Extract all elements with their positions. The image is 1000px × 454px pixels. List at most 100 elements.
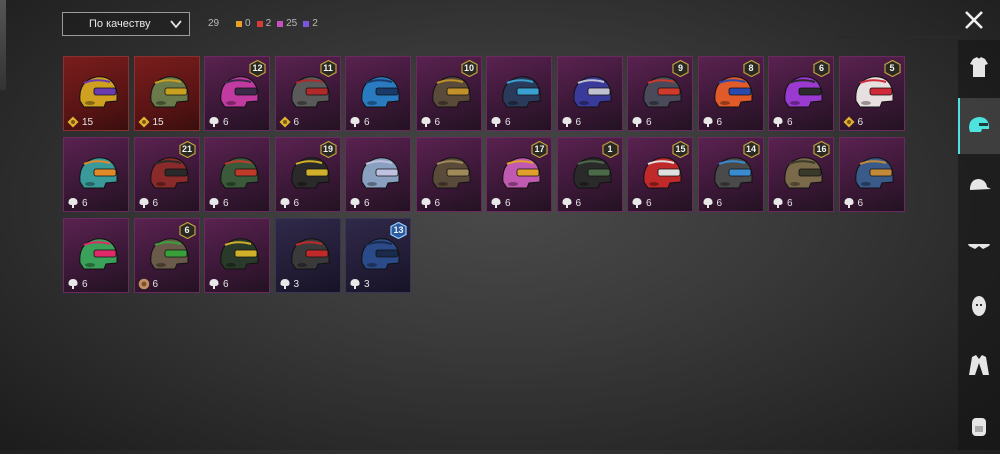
quality-counts: 0 2 25 2 [236, 18, 318, 29]
badge-value: 11 [323, 63, 333, 73]
silver-currency-icon [843, 198, 854, 208]
helmet-icon [643, 157, 682, 189]
helmet-item[interactable]: 12 6 [204, 56, 270, 131]
item-value: 6 [772, 116, 793, 128]
item-value-number: 15 [82, 116, 94, 128]
helmet-item[interactable]: 6 [345, 56, 411, 131]
category-sidebar [958, 40, 1000, 450]
item-value-number: 6 [505, 197, 511, 209]
helmet-item[interactable]: 56 [838, 56, 905, 131]
collection-level-badge: 9 [672, 60, 689, 77]
quality-count: 2 [303, 18, 318, 29]
silver-currency-icon [350, 198, 360, 208]
helmet-grid: 15 15 12 6 11 6 6 10 6 6 6 9 6 8 6 6 6 5 6 6 21 6 6 19 6 6 6 17 6 1 6 1… [63, 56, 909, 293]
badge-value: 6 [818, 63, 824, 73]
collection-level-badge: 6 [813, 60, 830, 77]
silver-currency-icon [138, 198, 149, 208]
helmet-icon [149, 76, 188, 108]
face-icon [972, 296, 986, 316]
silver-currency-icon [279, 279, 290, 289]
helmet-item[interactable]: 14 6 [697, 137, 764, 212]
helmet-item[interactable]: 16 [556, 137, 623, 212]
gold-currency-icon [138, 116, 149, 128]
helmet-item[interactable]: 6 [204, 137, 270, 212]
helmet-icon [854, 76, 893, 108]
helmet-item[interactable]: 96 [627, 56, 693, 131]
helmet-item[interactable]: 21 6 [133, 137, 200, 212]
tab-hat[interactable] [958, 158, 1000, 214]
tab-helmet[interactable] [958, 98, 1000, 154]
item-value-number: 6 [82, 278, 88, 290]
helmet-item[interactable]: 6 [556, 56, 623, 131]
helmet-icon [713, 157, 752, 189]
item-value-number: 6 [857, 197, 864, 209]
helmet-item[interactable]: 15 6 [627, 137, 693, 212]
tab-jacket[interactable] [958, 338, 1000, 394]
item-value-number: 6 [575, 116, 582, 128]
helmet-icon [290, 76, 329, 108]
silver-currency-icon [491, 117, 501, 127]
helmet-icon [220, 238, 259, 270]
helmet-item[interactable]: 3 [274, 218, 341, 293]
tab-outfit[interactable] [958, 40, 1000, 96]
helmet-item[interactable]: 66 [768, 56, 834, 131]
helmet-item[interactable]: 6 [63, 137, 129, 212]
item-value: 6 [279, 116, 300, 128]
quality-count-value: 0 [245, 18, 251, 29]
helmet-icon [290, 238, 329, 270]
item-value-number: 6 [364, 197, 370, 209]
item-value-number: 6 [293, 116, 300, 128]
badge-value: 5 [889, 63, 895, 73]
silver-currency-icon [773, 198, 783, 208]
item-value-number: 6 [223, 278, 229, 290]
item-value-number: 3 [293, 278, 300, 290]
badge-value: 21 [181, 144, 192, 154]
silver-currency-icon [209, 279, 219, 289]
item-value-number: 6 [152, 197, 159, 209]
helmet-item[interactable]: 19 6 [274, 137, 341, 212]
item-value-number: 3 [364, 278, 370, 290]
helmet-icon [784, 157, 823, 189]
tab-glasses[interactable] [958, 218, 1000, 274]
item-value: 6 [208, 278, 229, 290]
item-value: 6 [702, 197, 722, 209]
item-value-number: 15 [152, 116, 164, 128]
item-value: 6 [772, 197, 793, 209]
item-value-number: 6 [223, 197, 229, 209]
helmet-item[interactable]: 6 [486, 56, 552, 131]
helmet-icon [572, 76, 611, 108]
helmet-item[interactable]: 6 [838, 137, 905, 212]
sort-dropdown-label: По качеству [89, 18, 151, 30]
quality-color-swatch [256, 20, 263, 27]
helmet-item[interactable]: 6 [63, 218, 129, 293]
header-divider [835, 36, 960, 38]
helmet-item[interactable]: 66 [133, 218, 200, 293]
badge-value: 9 [677, 63, 683, 73]
sort-dropdown[interactable]: По качеству [62, 12, 190, 36]
quality-count: 25 [277, 18, 297, 29]
helmet-item[interactable]: 16 6 [768, 137, 834, 212]
item-value-number: 6 [434, 197, 441, 209]
helmet-item[interactable]: 6 [345, 137, 411, 212]
item-value: 6 [420, 116, 440, 128]
item-value: 6 [843, 197, 864, 209]
helmet-icon [79, 76, 118, 108]
helmet-item[interactable]: 6 [204, 218, 270, 293]
helmet-item[interactable]: 86 [697, 56, 764, 131]
gold-currency-icon [279, 116, 290, 128]
helmet-item[interactable]: 15 [63, 56, 129, 131]
helmet-item[interactable]: 13 3 [345, 218, 411, 293]
helmet-item[interactable]: 15 [133, 56, 200, 131]
chevron-down-icon [170, 20, 182, 29]
item-value: 3 [349, 278, 370, 290]
item-value-number: 6 [716, 116, 723, 128]
total-count: 29 [208, 18, 220, 29]
tab-face[interactable] [958, 278, 1000, 334]
helmet-item[interactable]: 6 [415, 137, 482, 212]
helmet-item[interactable]: 11 6 [274, 56, 341, 131]
helmet-item[interactable]: 17 6 [486, 137, 552, 212]
badge-value: 10 [463, 63, 474, 73]
tab-backpack[interactable] [958, 398, 1000, 454]
close-icon[interactable] [960, 6, 988, 34]
helmet-item[interactable]: 10 6 [415, 56, 482, 131]
